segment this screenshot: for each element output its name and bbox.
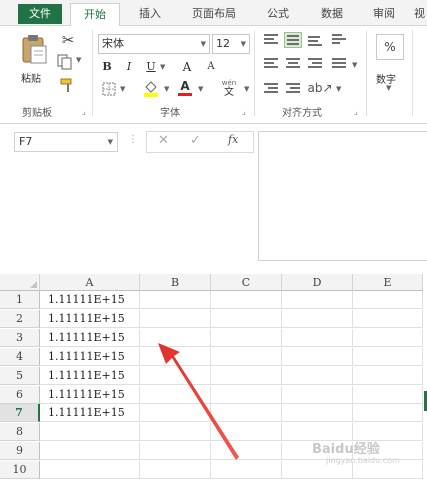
annotation-arrow [158,343,239,460]
watermark-logo: Baidu经验 [312,442,380,457]
watermark-url: jingyan.baidu.com [326,456,400,465]
arrow-shape [158,343,239,460]
